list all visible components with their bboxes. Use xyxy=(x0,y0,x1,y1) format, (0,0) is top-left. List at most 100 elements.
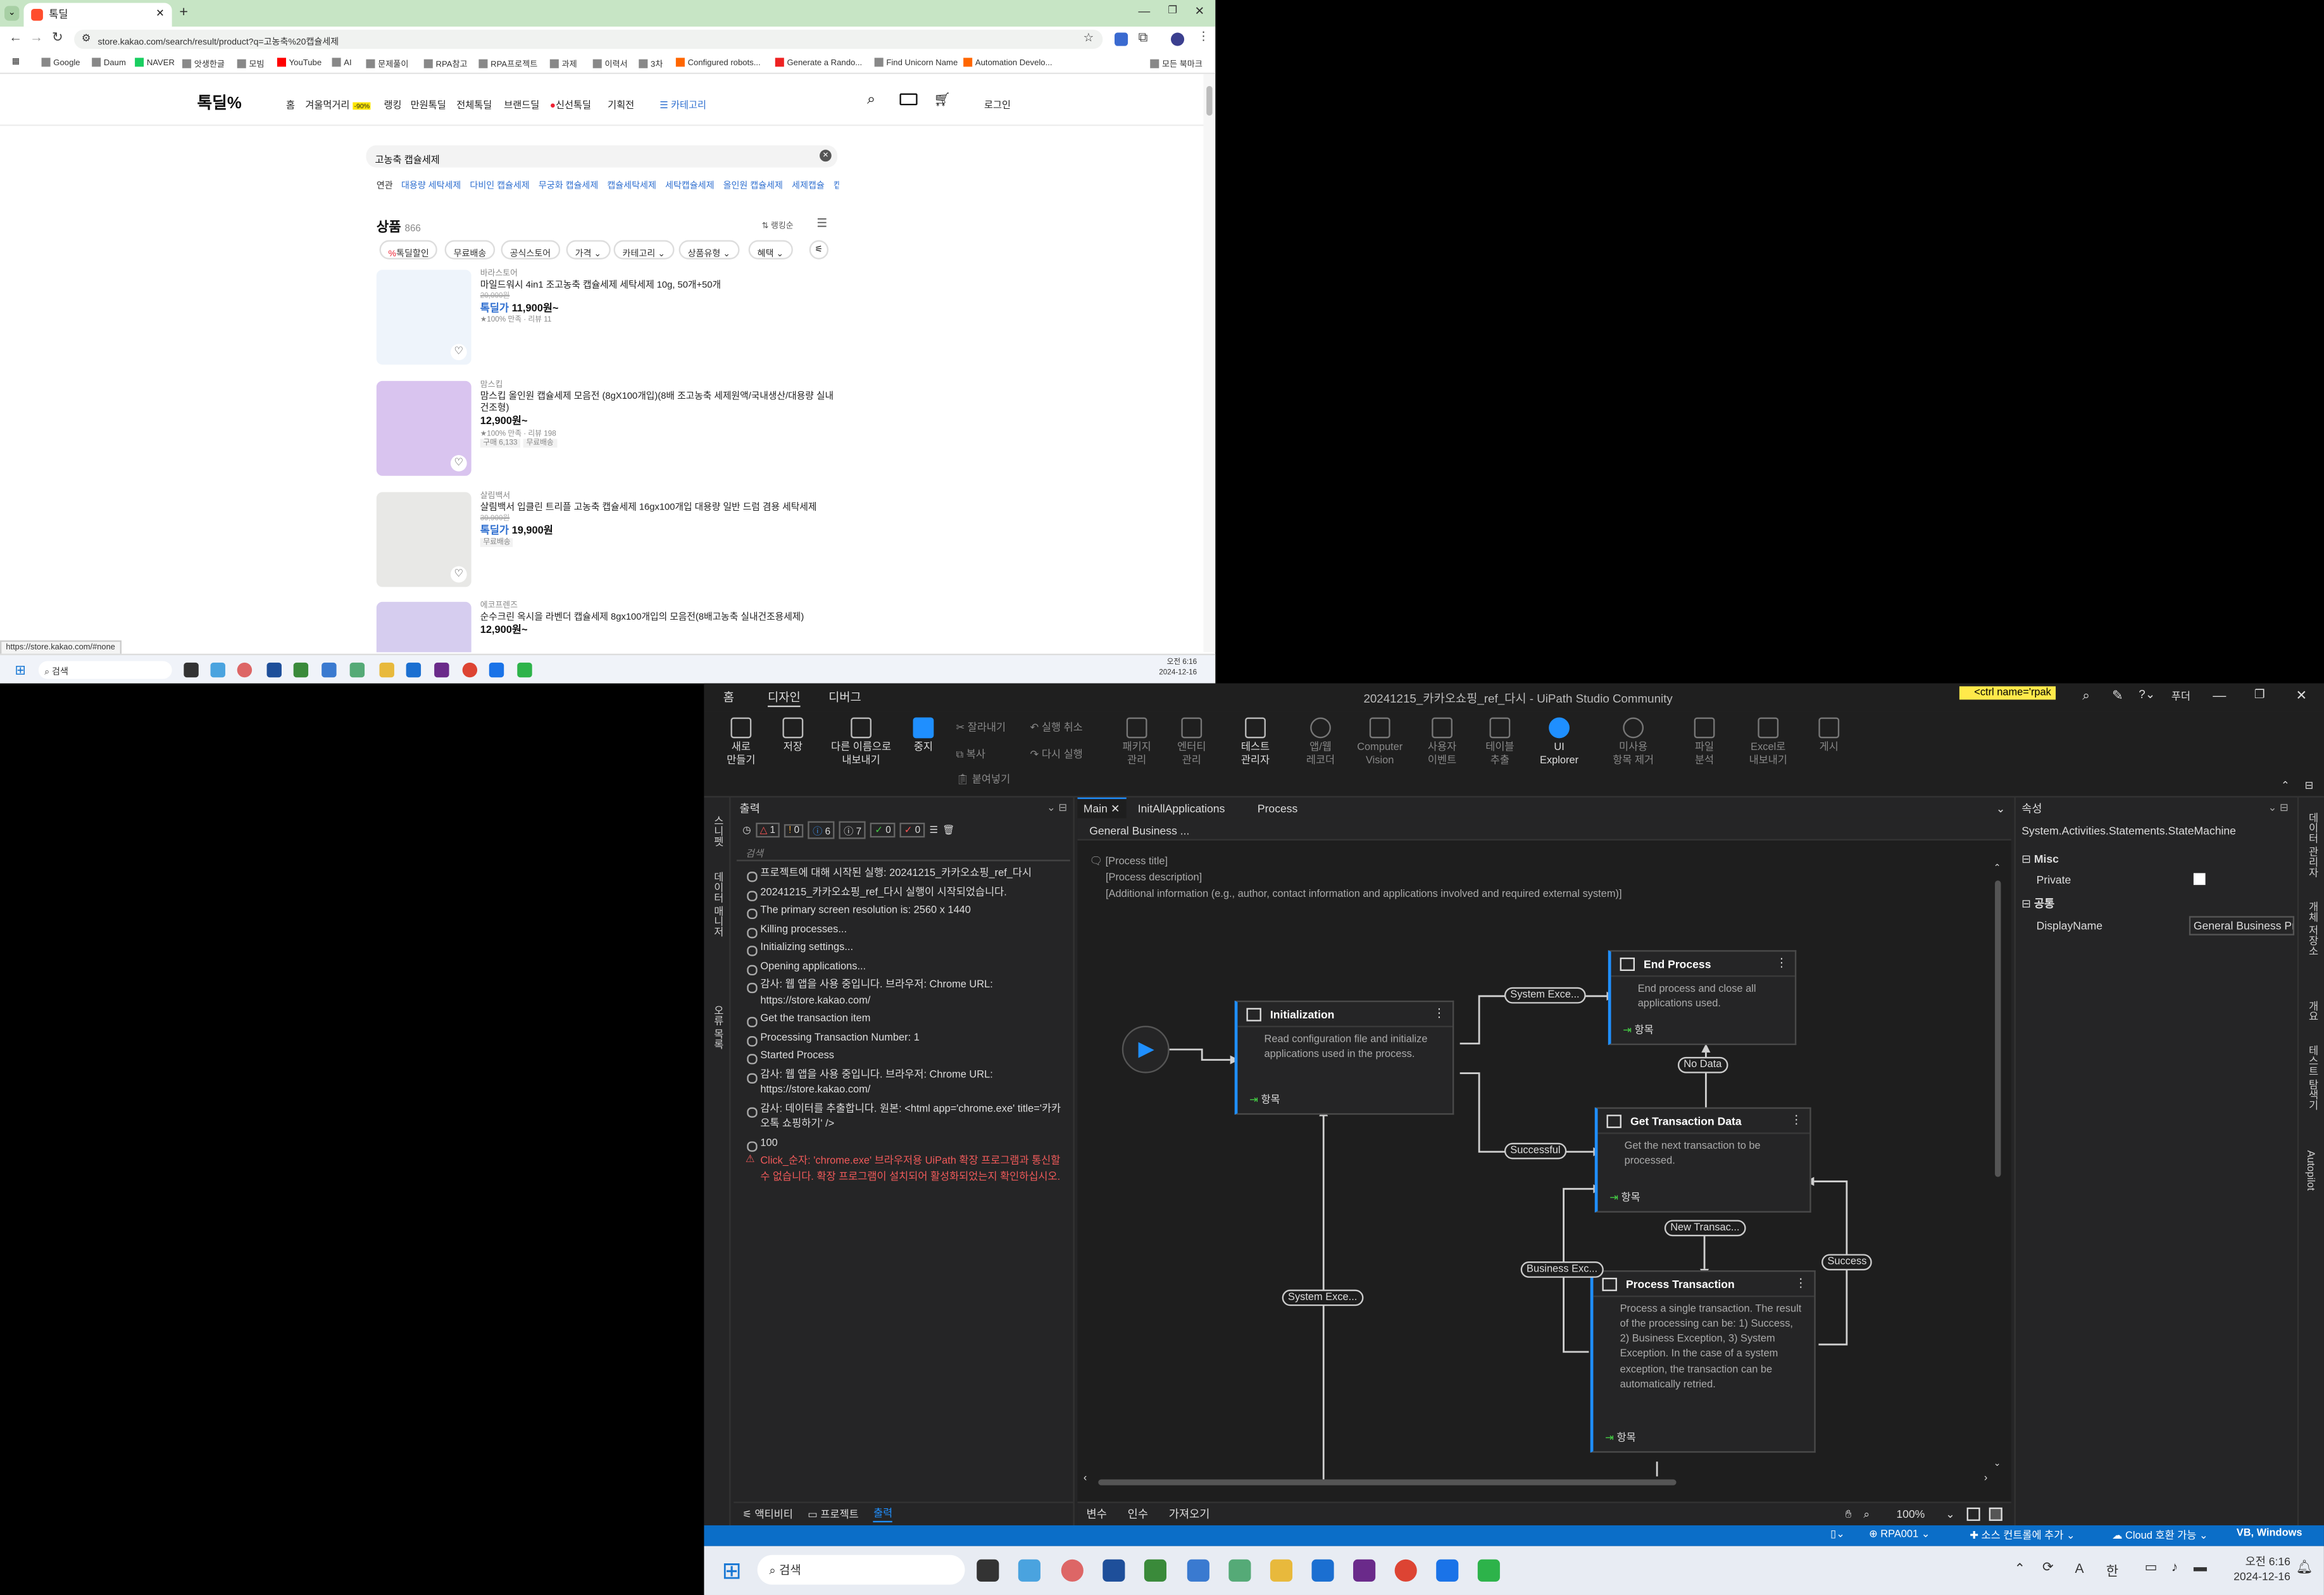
state-footer[interactable]: ⇥ 항목 xyxy=(1609,1191,1640,1205)
horizontal-scrollbar[interactable]: ‹ › xyxy=(1084,1473,1987,1489)
omnibox[interactable]: ⚙ store.kakao.com/search/result/product?… xyxy=(74,29,1103,49)
product-image[interactable]: ♡ xyxy=(376,380,472,476)
zoom-level[interactable]: 100% xyxy=(1896,1508,1925,1521)
related-keyword[interactable]: 올인원 캡슐세제 xyxy=(723,182,783,191)
sort-dropdown[interactable]: ⇅ 랭킹순 xyxy=(762,220,794,231)
state-process-transaction[interactable]: Process Transaction ⋮ Process a single t… xyxy=(1590,1270,1816,1453)
bookmark-item[interactable]: Automation Develo... xyxy=(963,58,1053,68)
ribbon-publish[interactable]: 게시 xyxy=(1811,717,1847,756)
overview-icon[interactable] xyxy=(1989,1507,2002,1521)
taskbar-app-icon[interactable] xyxy=(1270,1559,1293,1582)
nav-ranking[interactable]: 랭킹 xyxy=(384,96,402,111)
nav-fresh[interactable]: ●신선톡딜 xyxy=(550,96,591,111)
transition-new-transaction[interactable]: New Transac... xyxy=(1664,1220,1746,1237)
log-line[interactable]: Get the transaction item xyxy=(740,1013,1065,1029)
side-tab-test-explorer[interactable]: 테스트 탐색기 xyxy=(2304,1045,2319,1110)
filter-chip-free[interactable]: 무료배송 xyxy=(444,240,496,260)
taskbar-app-icon[interactable] xyxy=(379,662,394,678)
page-scrollbar[interactable] xyxy=(1203,74,1216,653)
bookmark-folder[interactable]: 3차 xyxy=(639,58,663,70)
product-image[interactable]: ♡ xyxy=(376,270,472,365)
critical-filter[interactable]: ✓ 0 xyxy=(899,822,925,838)
taskbar-app-icon[interactable] xyxy=(1311,1559,1334,1582)
windows-start-icon[interactable]: ⊞ xyxy=(722,1556,741,1586)
kebab-menu-icon[interactable]: ⋮ xyxy=(1790,1113,1802,1127)
related-keyword[interactable]: 캡슐세탁세제 xyxy=(607,182,656,191)
taskbar-app-icon[interactable] xyxy=(1353,1559,1376,1582)
bookmark-folder[interactable]: 이력서 xyxy=(592,58,628,70)
chrome-menu-icon[interactable]: ⋮ xyxy=(1197,30,1209,43)
bookmark-folder[interactable]: AI xyxy=(332,58,352,68)
state-footer[interactable]: ⇥ 항목 xyxy=(1623,1023,1654,1037)
product-image[interactable] xyxy=(376,601,472,653)
nav-all[interactable]: 전체톡딜 xyxy=(456,96,492,111)
related-keyword[interactable]: 다비인 캡슐세제 xyxy=(470,182,529,191)
bookmark-item[interactable]: 모빔 xyxy=(237,58,265,70)
taskbar-app-icon[interactable] xyxy=(293,662,309,678)
panel-menu-icon[interactable]: ⌄ ⊟ xyxy=(1047,802,1067,813)
back-icon[interactable]: ← xyxy=(9,30,22,44)
taskbar-app-icon[interactable] xyxy=(349,662,365,678)
ribbon-save[interactable]: 저장 xyxy=(778,717,808,756)
log-line[interactable]: Started Process xyxy=(740,1049,1065,1065)
bookmark-item[interactable]: 앗생한글 xyxy=(182,58,225,70)
cloud-compatibility[interactable]: ☁ Cloud 호환 가능 ⌄ xyxy=(2112,1529,2208,1543)
taskbar-app-icon[interactable] xyxy=(1436,1559,1459,1582)
tab-close-icon[interactable]: ✕ xyxy=(156,8,165,20)
window-minimize-icon[interactable]: — xyxy=(2213,688,2226,703)
filter-chip-price[interactable]: 가격 ⌄ xyxy=(566,240,611,260)
log-line[interactable]: The primary screen resolution is: 2560 x… xyxy=(740,904,1065,920)
taskbar-app-icon[interactable] xyxy=(1061,1559,1084,1582)
state-footer[interactable]: ⇥ 항목 xyxy=(1249,1092,1280,1107)
log-line[interactable]: Killing processes... xyxy=(740,923,1065,939)
bookmark-folder[interactable]: 문제풀이 xyxy=(366,58,408,70)
redo-button[interactable]: ↷ 다시 실행 xyxy=(1030,747,1083,761)
command-search[interactable]: <ctrl name='rpak xyxy=(1959,686,2056,700)
cut-button[interactable]: ✂ 잘라내기 xyxy=(956,720,1006,735)
search-icon[interactable]: ⌕ xyxy=(2082,688,2090,704)
bookmark-star-icon[interactable]: ☆ xyxy=(1083,31,1094,44)
product-image[interactable]: ♡ xyxy=(376,492,472,587)
display-name-input[interactable]: General Business Pr xyxy=(2189,915,2295,935)
filter-chip-category[interactable]: 카테고리 ⌄ xyxy=(613,240,675,260)
log-line[interactable]: 감사: 웹 앱을 사용 중입니다. 브라우저: Chrome URL: http… xyxy=(740,979,1065,1010)
ribbon-export[interactable]: 다른 이름으로 내보내기 xyxy=(820,717,903,769)
log-line[interactable]: Processing Transaction Number: 1 xyxy=(740,1031,1065,1047)
related-keyword[interactable]: 세탁캡슐세제 xyxy=(665,182,715,191)
window-restore-icon[interactable]: ❐ xyxy=(2254,688,2265,701)
state-get-transaction-data[interactable]: Get Transaction Data ⋮ Get the next tran… xyxy=(1594,1107,1811,1213)
state-end-process[interactable]: End Process ⋮ End process and close all … xyxy=(1608,950,1797,1046)
related-keyword[interactable]: 무궁화 캡슐세제 xyxy=(539,182,598,191)
panel-menu-icon[interactable]: ⌄ ⊟ xyxy=(2268,802,2289,813)
scroll-thumb[interactable] xyxy=(1098,1479,1677,1486)
new-tab-icon[interactable]: + xyxy=(179,4,188,21)
taskbar-app-icon[interactable] xyxy=(406,662,422,678)
taskbar-app-icon[interactable] xyxy=(1144,1559,1166,1582)
scroll-thumb[interactable] xyxy=(1995,880,2001,1177)
pin-icon[interactable]: ⊟ xyxy=(2304,780,2313,791)
list-options-icon[interactable]: ☰ xyxy=(929,824,938,835)
product-card[interactable]: ♡ 바라스토어 마일드워시 4in1 조고농축 캡슐세제 세탁세제 10g, 5… xyxy=(376,270,836,368)
taskbar-app-icon[interactable] xyxy=(1187,1559,1209,1582)
ribbon-analyze[interactable]: 파일 분석 xyxy=(1685,717,1724,769)
ribbon-test-manager[interactable]: 테스트 관리자 xyxy=(1228,717,1282,769)
notification-bell-icon[interactable]: 🔔︎ xyxy=(2296,1560,2313,1576)
site-logo[interactable]: 톡딜% xyxy=(197,91,241,114)
taskbar-app-icon[interactable] xyxy=(322,662,337,678)
log-line[interactable]: 100 xyxy=(740,1136,1065,1152)
clear-search-icon[interactable]: ✕ xyxy=(820,149,832,162)
transition-business-exception[interactable]: Business Exc... xyxy=(1520,1261,1604,1278)
taskbar-app-icon[interactable] xyxy=(210,662,225,678)
taskbar-app-icon[interactable] xyxy=(1103,1559,1125,1582)
profile-avatar[interactable] xyxy=(1171,32,1185,46)
reload-icon[interactable]: ↻ xyxy=(52,30,63,46)
bookmark-item[interactable]: Configured robots... xyxy=(675,58,761,68)
taskbar-clock[interactable]: 오전 6:16 2024-12-16 xyxy=(2233,1555,2290,1585)
site-search-input[interactable]: 고농축 캡슐세제 ✕ xyxy=(366,145,838,168)
state-initialization[interactable]: Initialization ⋮ Read configuration file… xyxy=(1234,1000,1454,1115)
nav-10k[interactable]: 만원톡딜 xyxy=(411,96,446,111)
bookmark-item[interactable]: Find Unicorn Name xyxy=(874,58,958,68)
robot-selector[interactable]: ⊕ RPA001 ⌄ xyxy=(1869,1529,1930,1540)
all-bookmarks[interactable]: 모든 북마크 xyxy=(1150,58,1203,70)
taskbar-app-icon[interactable] xyxy=(237,662,253,678)
